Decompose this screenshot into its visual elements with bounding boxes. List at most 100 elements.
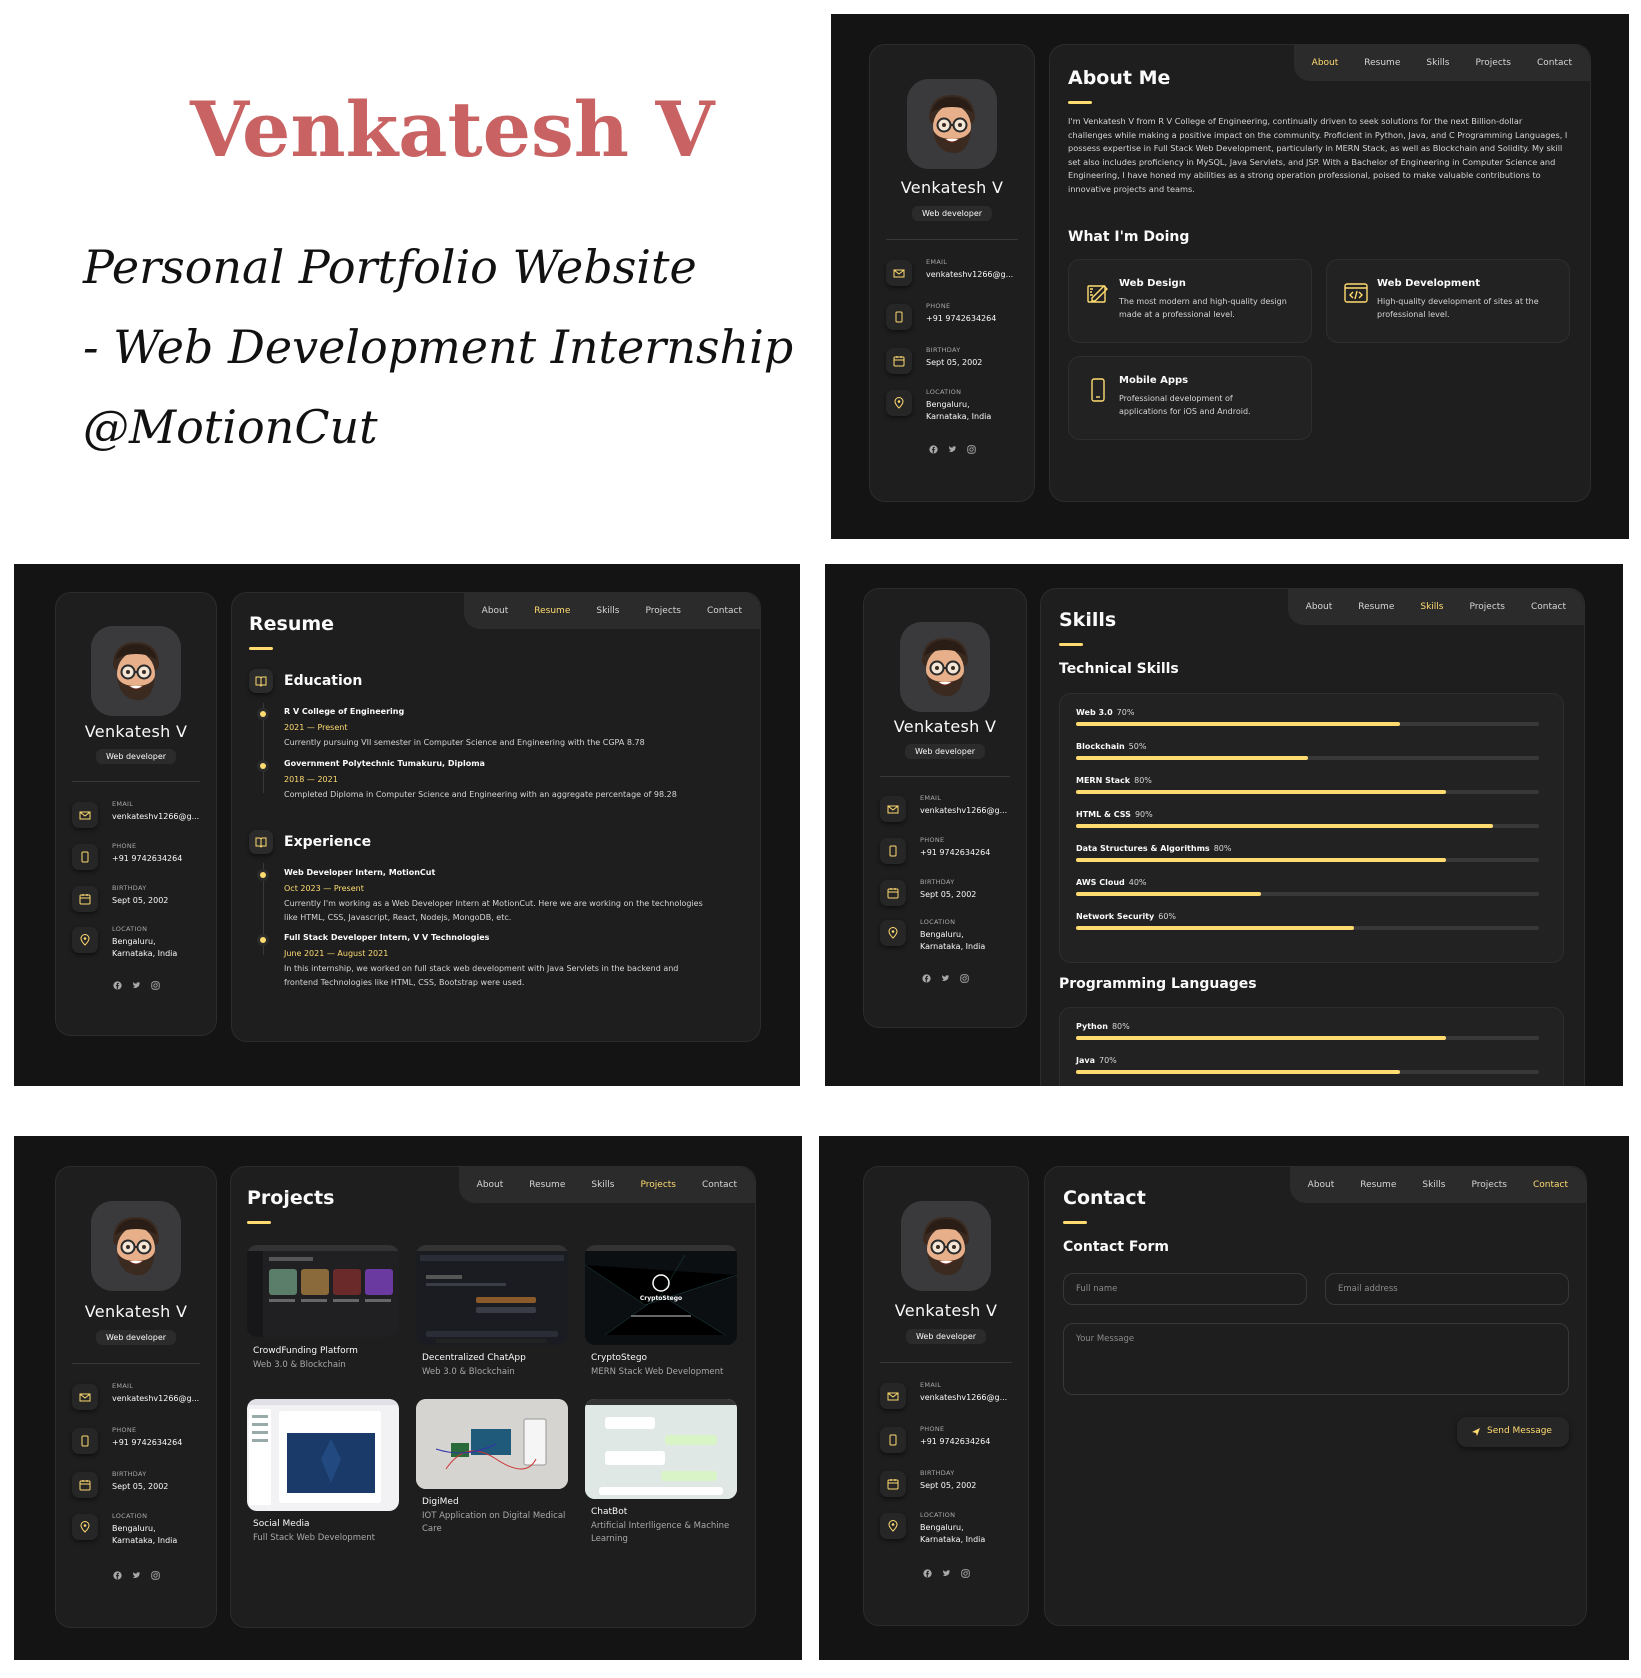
timeline-item-date: June 2021 — August 2021 xyxy=(284,949,389,958)
service-title: Web Development xyxy=(1377,278,1481,289)
skill-name: Blockchain 50% xyxy=(1076,742,1147,751)
nav-skills[interactable]: Skills xyxy=(591,1180,614,1190)
instagram-icon[interactable] xyxy=(959,974,969,983)
nav-resume[interactable]: Resume xyxy=(534,606,570,616)
facebook-icon[interactable] xyxy=(922,1569,932,1578)
nav-projects[interactable]: Projects xyxy=(1472,1180,1507,1190)
twitter-icon[interactable] xyxy=(132,1571,141,1580)
nav-contact[interactable]: Contact xyxy=(1537,58,1572,68)
facebook-icon[interactable] xyxy=(921,974,931,983)
page-title: Contact xyxy=(1063,1187,1146,1209)
profile-role-badge: Web developer xyxy=(95,749,177,764)
contact-value: Sept 05, 2002 xyxy=(926,358,983,367)
contact-label: LOCATION xyxy=(112,925,148,933)
nav-skills[interactable]: Skills xyxy=(1420,602,1443,612)
contact-value[interactable]: venkateshv1266@g... xyxy=(112,1393,199,1405)
facebook-icon[interactable] xyxy=(112,981,122,990)
skill-name: MERN Stack 80% xyxy=(1076,776,1152,785)
project-category: Web 3.0 & Blockchain xyxy=(422,1367,515,1377)
nav-projects[interactable]: Projects xyxy=(1476,58,1511,68)
nav-contact[interactable]: Contact xyxy=(702,1180,737,1190)
contact-value[interactable]: venkateshv1266@g... xyxy=(926,269,1013,281)
contact-value: Bengaluru, Karnataka, India xyxy=(920,930,986,951)
location-icon xyxy=(886,390,912,416)
projects-article: About Resume Skills Projects Contact Pro… xyxy=(230,1166,756,1628)
profile-sidebar: Venkatesh V Web developer EMAIL venkatesh… xyxy=(55,592,217,1036)
contact-value[interactable]: +91 9742634264 xyxy=(920,1436,990,1448)
location-icon xyxy=(72,927,98,953)
nav-skills[interactable]: Skills xyxy=(1422,1180,1445,1190)
timeline-item-title: Government Polytechnic Tumakuru, Diploma xyxy=(284,759,485,768)
nav-resume[interactable]: Resume xyxy=(1358,602,1394,612)
instagram-icon[interactable] xyxy=(150,981,160,990)
hero-subtitle-line1: Personal Portfolio Website xyxy=(83,240,697,294)
profile-name: Venkatesh V xyxy=(893,717,997,736)
project-thumbnail xyxy=(247,1399,399,1511)
nav-contact[interactable]: Contact xyxy=(1533,1180,1568,1190)
email-field[interactable]: Email address xyxy=(1325,1273,1569,1305)
profile-role-badge: Web developer xyxy=(905,1329,987,1344)
contact-item-email: EMAIL venkateshv1266@g... xyxy=(880,1381,1020,1421)
contact-label: BIRTHDAY xyxy=(926,346,961,354)
contact-value[interactable]: venkateshv1266@g... xyxy=(920,805,1007,817)
navbar: About Resume Skills Projects Contact xyxy=(1287,589,1584,625)
sidebar-divider xyxy=(880,776,1010,777)
skills-article: About Resume Skills Projects Contact Ski… xyxy=(1040,588,1585,1086)
send-message-label: Send Message xyxy=(1487,1426,1552,1436)
contact-label: BIRTHDAY xyxy=(112,884,147,892)
contact-value[interactable]: +91 9742634264 xyxy=(920,847,990,859)
twitter-icon[interactable] xyxy=(941,974,950,983)
contact-label: LOCATION xyxy=(112,1512,148,1520)
nav-projects[interactable]: Projects xyxy=(1470,602,1505,612)
nav-about[interactable]: About xyxy=(477,1180,504,1190)
fullname-field[interactable]: Full name xyxy=(1063,1273,1307,1305)
nav-resume[interactable]: Resume xyxy=(1360,1180,1396,1190)
contact-value[interactable]: venkateshv1266@g... xyxy=(920,1392,1007,1404)
facebook-icon[interactable] xyxy=(112,1571,122,1580)
facebook-icon[interactable] xyxy=(928,445,938,454)
message-field[interactable]: Your Message xyxy=(1063,1323,1569,1395)
book-icon xyxy=(249,830,273,854)
service-title: Mobile Apps xyxy=(1119,375,1189,386)
instagram-icon[interactable] xyxy=(960,1569,970,1578)
project-category: MERN Stack Web Development xyxy=(591,1367,724,1377)
nav-contact[interactable]: Contact xyxy=(707,606,742,616)
contact-value[interactable]: +91 9742634264 xyxy=(112,1437,182,1449)
nav-about[interactable]: About xyxy=(1308,1180,1335,1190)
section-title-experience: Experience xyxy=(284,834,372,850)
nav-about[interactable]: About xyxy=(1306,602,1333,612)
skill-progress-track xyxy=(1076,858,1539,862)
twitter-icon[interactable] xyxy=(948,445,957,454)
nav-resume[interactable]: Resume xyxy=(529,1180,565,1190)
contact-value[interactable]: +91 9742634264 xyxy=(112,853,182,865)
screenshot-projects: Venkatesh V Web developer EMAIL venkatesh… xyxy=(14,1136,802,1660)
nav-about[interactable]: About xyxy=(482,606,509,616)
contact-value[interactable]: +91 9742634264 xyxy=(926,313,996,325)
location-icon xyxy=(880,920,906,946)
message-placeholder: Your Message xyxy=(1076,1334,1135,1344)
nav-skills[interactable]: Skills xyxy=(1426,58,1449,68)
service-title: Web Design xyxy=(1119,278,1186,289)
nav-contact[interactable]: Contact xyxy=(1531,602,1566,612)
nav-skills[interactable]: Skills xyxy=(596,606,619,616)
twitter-icon[interactable] xyxy=(132,981,141,990)
nav-resume[interactable]: Resume xyxy=(1364,58,1400,68)
send-message-button[interactable]: Send Message xyxy=(1457,1417,1569,1447)
title-underline xyxy=(1063,1221,1087,1224)
nav-about[interactable]: About xyxy=(1312,58,1339,68)
instagram-icon[interactable] xyxy=(150,1571,160,1580)
page-title: About Me xyxy=(1068,67,1171,89)
profile-sidebar: Venkatesh V Web developer EMAIL venkatesh… xyxy=(863,588,1027,1028)
contact-label: PHONE xyxy=(920,1425,945,1433)
contact-value: Bengaluru, Karnataka, India xyxy=(920,1523,986,1544)
instagram-icon[interactable] xyxy=(966,445,976,454)
page-title: Resume xyxy=(249,613,335,635)
nav-projects[interactable]: Projects xyxy=(646,606,681,616)
twitter-icon[interactable] xyxy=(942,1569,951,1578)
social-links xyxy=(56,1565,216,1584)
technical-skills-list: Web 3.0 70% Blockchain 50% MERN Stack 80% H… xyxy=(1059,693,1564,963)
project-title: DigiMed xyxy=(422,1497,459,1507)
contact-value[interactable]: venkateshv1266@g... xyxy=(112,811,199,823)
nav-projects[interactable]: Projects xyxy=(641,1180,676,1190)
service-desc: The most modern and high-quality design … xyxy=(1119,297,1287,319)
